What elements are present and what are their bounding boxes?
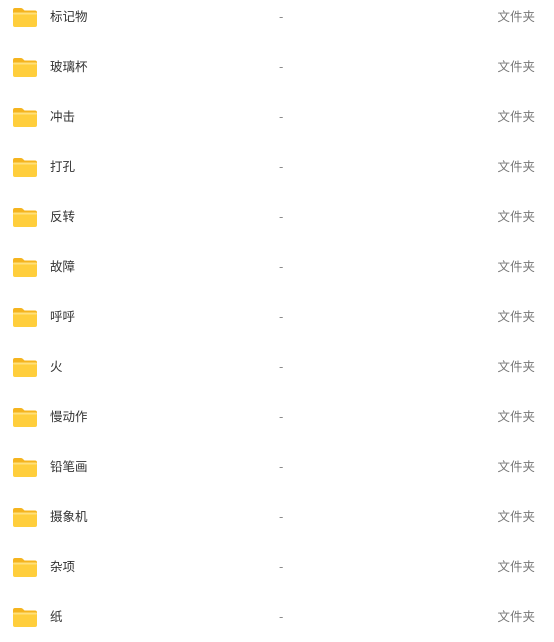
file-type: 文件夹 [497, 159, 535, 174]
file-row[interactable]: 冲击 - 文件夹 [0, 92, 554, 142]
file-size: - [279, 310, 284, 324]
file-size: - [279, 610, 284, 624]
file-type: 文件夹 [497, 109, 535, 124]
file-type: 文件夹 [497, 359, 535, 374]
folder-icon [12, 407, 38, 428]
folder-icon [12, 507, 38, 528]
file-size: - [279, 210, 284, 224]
file-name[interactable]: 呼呼 [50, 309, 75, 325]
file-row[interactable]: 纸 - 文件夹 [0, 592, 554, 642]
file-type: 文件夹 [497, 9, 535, 24]
file-size: - [279, 10, 284, 24]
file-type: 文件夹 [497, 509, 535, 524]
file-name[interactable]: 摄象机 [50, 509, 88, 525]
folder-icon [12, 107, 38, 128]
file-row[interactable]: 呼呼 - 文件夹 [0, 292, 554, 342]
file-row[interactable]: 杂项 - 文件夹 [0, 542, 554, 592]
file-size: - [279, 360, 284, 374]
file-list: 标记物 - 文件夹 玻璃杯 - 文件夹 冲击 - 文件夹 打孔 - 文件夹 反转 - 文件夹 故障 - 文件夹 呼呼… [0, 0, 554, 634]
file-name[interactable]: 纸 [50, 609, 63, 625]
file-name[interactable]: 故障 [50, 259, 75, 275]
file-name[interactable]: 玻璃杯 [50, 59, 88, 75]
file-name[interactable]: 杂项 [50, 559, 75, 575]
file-row[interactable]: 火 - 文件夹 [0, 342, 554, 392]
folder-icon [12, 7, 38, 28]
file-type: 文件夹 [497, 209, 535, 224]
folder-icon [12, 257, 38, 278]
file-row[interactable]: 故障 - 文件夹 [0, 242, 554, 292]
file-row[interactable]: 反转 - 文件夹 [0, 192, 554, 242]
file-type: 文件夹 [497, 609, 535, 624]
file-size: - [279, 510, 284, 524]
file-row[interactable]: 慢动作 - 文件夹 [0, 392, 554, 442]
file-name[interactable]: 打孔 [50, 159, 75, 175]
file-name[interactable]: 铅笔画 [50, 459, 88, 475]
file-size: - [279, 560, 284, 574]
file-type: 文件夹 [497, 459, 535, 474]
folder-icon [12, 357, 38, 378]
file-type: 文件夹 [497, 409, 535, 424]
file-size: - [279, 410, 284, 424]
file-type: 文件夹 [497, 59, 535, 74]
folder-icon [12, 307, 38, 328]
folder-icon [12, 557, 38, 578]
folder-icon [12, 57, 38, 78]
file-row[interactable]: 打孔 - 文件夹 [0, 142, 554, 192]
file-row[interactable]: 摄象机 - 文件夹 [0, 492, 554, 542]
folder-icon [12, 457, 38, 478]
file-type: 文件夹 [497, 259, 535, 274]
folder-icon [12, 157, 38, 178]
file-size: - [279, 460, 284, 474]
file-size: - [279, 110, 284, 124]
file-name[interactable]: 反转 [50, 209, 75, 225]
file-name[interactable]: 标记物 [50, 9, 88, 25]
file-type: 文件夹 [497, 309, 535, 324]
folder-icon [12, 607, 38, 628]
file-size: - [279, 160, 284, 174]
file-size: - [279, 260, 284, 274]
file-name[interactable]: 火 [50, 359, 63, 375]
file-row[interactable]: 标记物 - 文件夹 [0, 0, 554, 42]
file-size: - [279, 60, 284, 74]
file-name[interactable]: 冲击 [50, 109, 75, 125]
file-row[interactable]: 铅笔画 - 文件夹 [0, 442, 554, 492]
file-type: 文件夹 [497, 559, 535, 574]
file-name[interactable]: 慢动作 [50, 409, 88, 425]
folder-icon [12, 207, 38, 228]
file-row[interactable]: 玻璃杯 - 文件夹 [0, 42, 554, 92]
